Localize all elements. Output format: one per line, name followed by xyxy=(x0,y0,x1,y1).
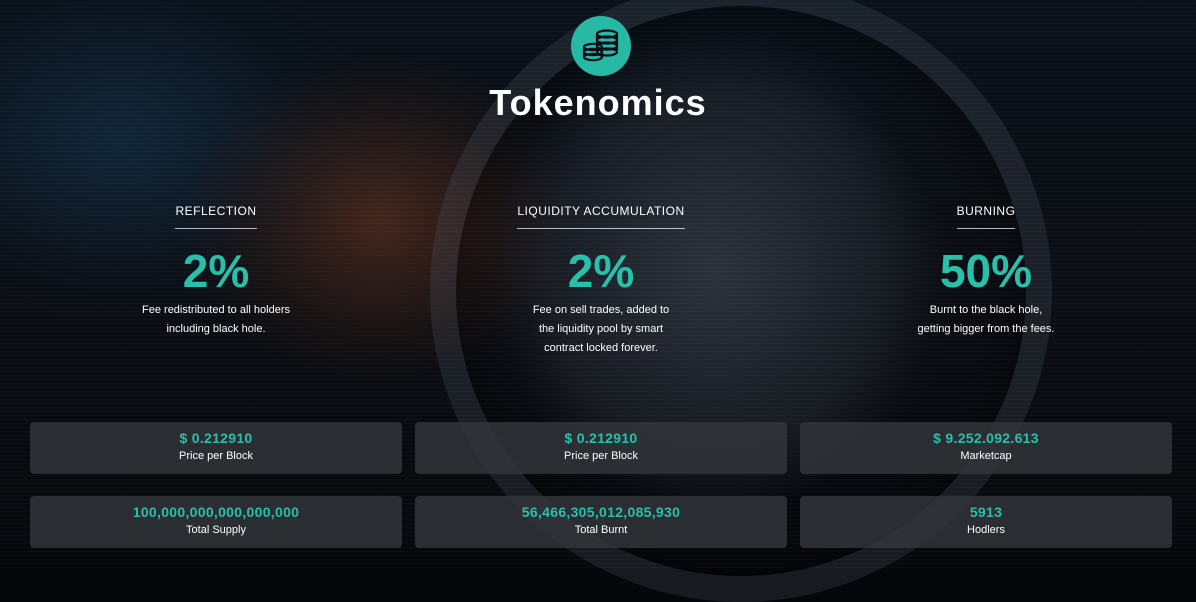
fee-heading: LIQUIDITY ACCUMULATION xyxy=(517,204,685,229)
stat-value: $ 9.252.092.613 xyxy=(933,430,1039,446)
stat-value: 56,466,305,012,085,930 xyxy=(521,504,681,520)
fee-description: Fee redistributed to all holders includi… xyxy=(136,301,296,339)
fee-liquidity-accumulation: LIQUIDITY ACCUMULATION 2% Fee on sell tr… xyxy=(481,200,721,358)
fee-heading: BURNING xyxy=(956,204,1016,229)
stat-value: $ 0.212910 xyxy=(564,430,638,446)
fee-description-line: Fee on sell trades, added to xyxy=(532,304,670,316)
fee-percent: 50% xyxy=(939,245,1033,297)
section-title: Tokenomics xyxy=(489,82,707,123)
fee-description-line: Fee redistributed to all holders xyxy=(142,304,290,316)
stat-label: Price per Block xyxy=(179,450,253,462)
fee-heading: REFLECTION xyxy=(175,204,257,229)
fee-description-line: contract locked forever. xyxy=(544,342,658,354)
stat-value: 100,000,000,000,000,000 xyxy=(132,504,300,520)
stat-card-hodlers: 5913 Hodlers xyxy=(800,496,1172,548)
stat-label: Total Burnt xyxy=(574,524,628,536)
stat-card-price-per-block: $ 0.212910 Price per Block xyxy=(415,422,787,474)
stat-card-total-burnt: 56,466,305,012,085,930 Total Burnt xyxy=(415,496,787,548)
fee-description-line: getting bigger from the fees. xyxy=(917,323,1055,335)
fee-description: Fee on sell trades, added to the liquidi… xyxy=(521,301,681,358)
stat-value: 5913 xyxy=(969,504,1003,520)
fee-burning: BURNING 50% Burnt to the black hole, get… xyxy=(866,200,1106,339)
stat-card-marketcap: $ 9.252.092.613 Marketcap xyxy=(800,422,1172,474)
stat-label: Total Supply xyxy=(186,524,246,536)
coin-stack-icon xyxy=(571,16,631,76)
stat-label: Marketcap xyxy=(960,450,1012,462)
stat-value: $ 0.212910 xyxy=(179,430,253,446)
stat-card-price-per-block: $ 0.212910 Price per Block xyxy=(30,422,402,474)
stat-card-total-supply: 100,000,000,000,000,000 Total Supply xyxy=(30,496,402,548)
fee-reflection: REFLECTION 2% Fee redistributed to all h… xyxy=(96,200,336,339)
fee-description: Burnt to the black hole, getting bigger … xyxy=(906,301,1066,339)
stat-label: Hodlers xyxy=(967,524,1005,536)
fee-description-line: including black hole. xyxy=(166,323,266,335)
fee-description-line: Burnt to the black hole, xyxy=(929,304,1043,316)
fee-description-line: the liquidity pool by smart xyxy=(538,323,664,335)
fee-percent: 2% xyxy=(182,245,250,297)
fee-percent: 2% xyxy=(567,245,635,297)
stat-label: Price per Block xyxy=(564,450,638,462)
